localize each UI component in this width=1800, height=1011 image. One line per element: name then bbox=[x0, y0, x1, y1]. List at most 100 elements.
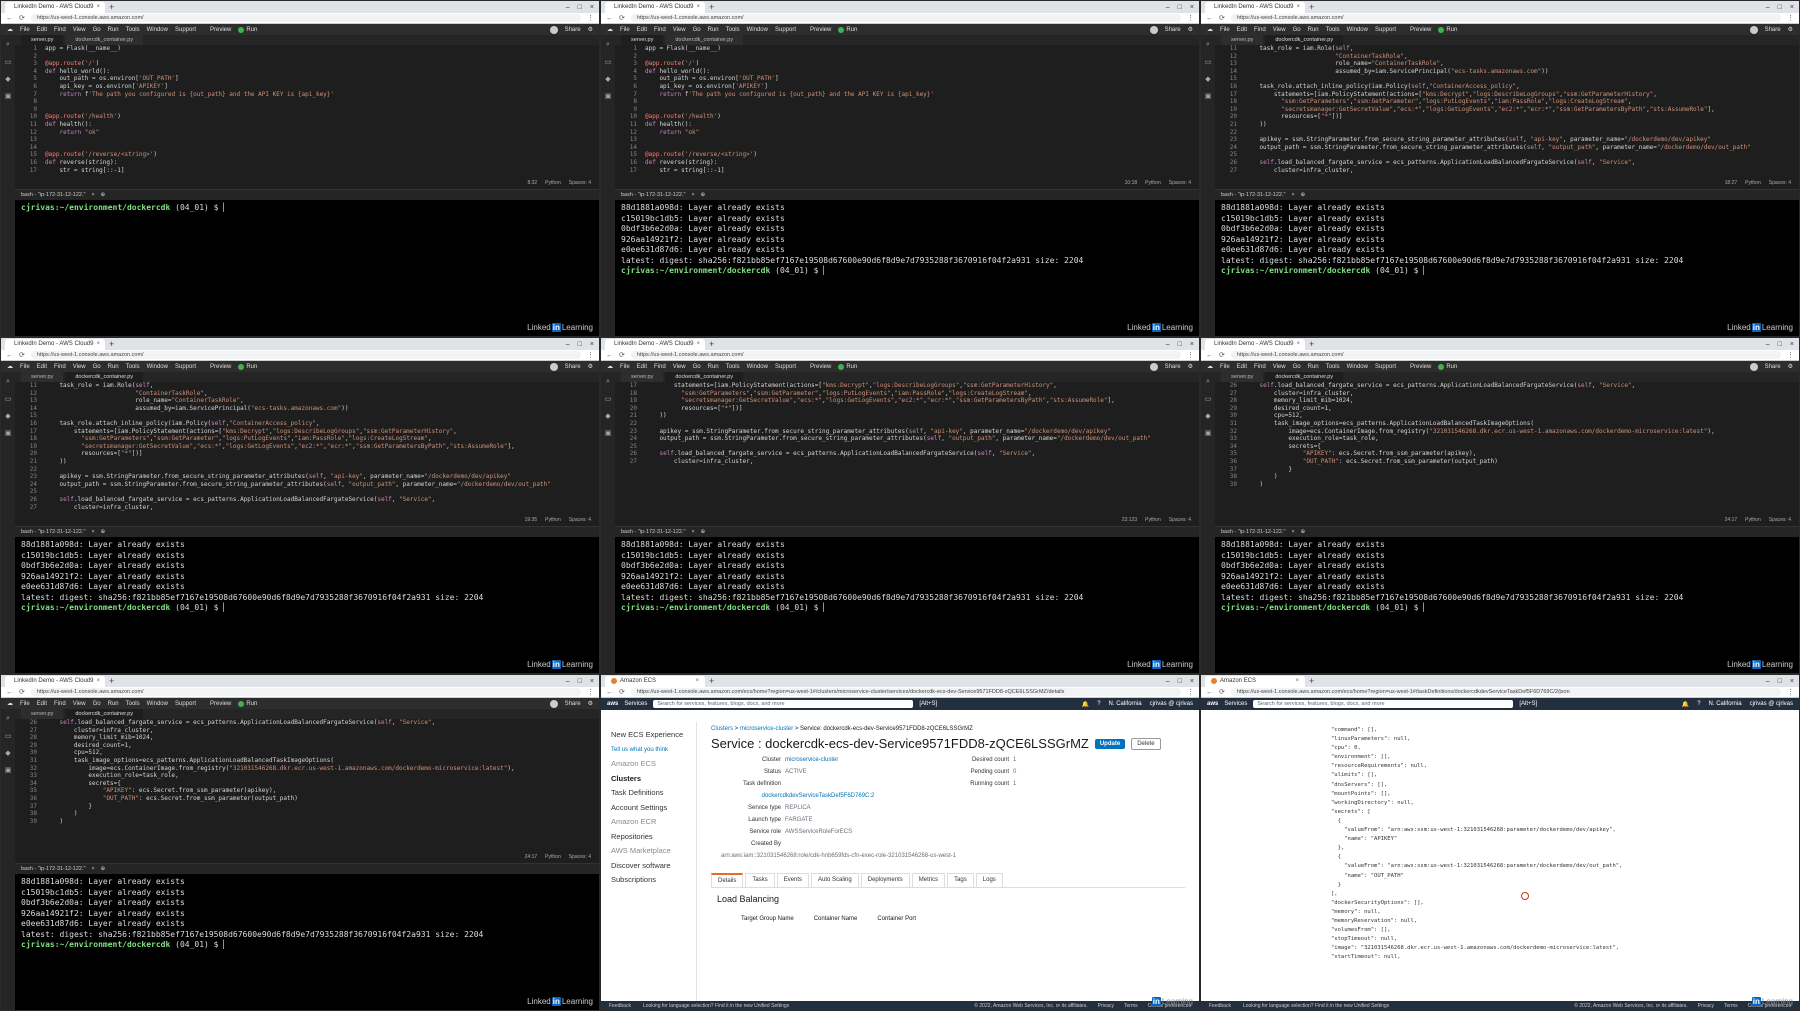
avatar[interactable] bbox=[1749, 362, 1758, 371]
menu-support[interactable]: Support bbox=[1375, 27, 1396, 33]
share-button[interactable]: Share bbox=[1165, 364, 1181, 370]
code-editor[interactable]: server.py dockercdk_container.py 26 self… bbox=[1215, 372, 1799, 527]
terminal-close-icon[interactable]: × bbox=[691, 529, 694, 535]
menu-go[interactable]: Go bbox=[693, 27, 701, 33]
menu-window[interactable]: Window bbox=[747, 364, 768, 370]
folder-icon[interactable]: ▭ bbox=[5, 732, 12, 740]
aws-icon[interactable]: ▣ bbox=[5, 92, 12, 100]
indent-setting[interactable]: Spaces: 4 bbox=[569, 517, 591, 523]
language-mode[interactable]: Python bbox=[545, 517, 561, 523]
search-icon[interactable]: ⌕ bbox=[6, 41, 10, 49]
folder-icon[interactable]: ▭ bbox=[5, 395, 12, 403]
source-control-icon[interactable]: ◆ bbox=[1205, 75, 1210, 83]
gear-icon[interactable]: ⚙ bbox=[1188, 26, 1193, 33]
back-icon[interactable]: ← bbox=[606, 15, 613, 22]
tab-auto-scaling[interactable]: Auto Scaling bbox=[811, 873, 859, 887]
menu-edit[interactable]: Edit bbox=[37, 364, 47, 370]
menu-run[interactable]: Run bbox=[708, 364, 719, 370]
menu-dots-icon[interactable]: ⋮ bbox=[1787, 351, 1794, 359]
new-tab-icon[interactable]: + bbox=[1309, 339, 1314, 349]
close-window-icon[interactable]: × bbox=[1790, 678, 1794, 685]
reload-icon[interactable]: ⟳ bbox=[19, 351, 25, 359]
browser-tab[interactable]: LinkedIn Demo - AWS Cloud9 × bbox=[605, 338, 705, 350]
menu-go[interactable]: Go bbox=[93, 364, 101, 370]
region-selector[interactable]: N. California bbox=[1709, 701, 1742, 708]
menu-edit[interactable]: Edit bbox=[1237, 364, 1247, 370]
search-icon[interactable]: ⌕ bbox=[6, 378, 10, 386]
terminal-tab[interactable]: bash - "ip-172-31-12-122." bbox=[21, 866, 85, 872]
gear-icon[interactable]: ⚙ bbox=[1788, 363, 1793, 370]
avatar[interactable] bbox=[1149, 25, 1158, 34]
code-editor[interactable]: server.py dockercdk_container.py 1 app = … bbox=[615, 35, 1199, 190]
delete-button[interactable]: Delete bbox=[1131, 737, 1161, 750]
close-icon[interactable]: × bbox=[1296, 341, 1300, 347]
url-field[interactable]: https://us-west-1.console.aws.amazon.com… bbox=[1230, 688, 1781, 696]
new-terminal-icon[interactable]: ⊕ bbox=[101, 529, 106, 535]
sidebar-item-task-definitions[interactable]: Task Definitions bbox=[611, 786, 686, 801]
close-window-icon[interactable]: × bbox=[1190, 4, 1194, 11]
menu-support[interactable]: Support bbox=[775, 27, 796, 33]
browser-tab[interactable]: LinkedIn Demo - AWS Cloud9 × bbox=[605, 1, 705, 13]
menu-edit[interactable]: Edit bbox=[637, 27, 647, 33]
tab-dockercdk-container[interactable]: dockercdk_container.py bbox=[665, 35, 744, 45]
menu-dots-icon[interactable]: ⋮ bbox=[587, 14, 594, 22]
menu-edit[interactable]: Edit bbox=[37, 701, 47, 707]
share-button[interactable]: Share bbox=[1765, 27, 1781, 33]
tab-server-py[interactable]: server.py bbox=[21, 709, 64, 719]
menu-tools[interactable]: Tools bbox=[1326, 364, 1340, 370]
maximize-icon[interactable]: □ bbox=[1778, 341, 1782, 348]
source-control-icon[interactable]: ◆ bbox=[605, 412, 610, 420]
preview-menu[interactable]: Preview bbox=[210, 27, 231, 33]
menu-support[interactable]: Support bbox=[775, 364, 796, 370]
indent-setting[interactable]: Spaces: 4 bbox=[569, 180, 591, 186]
sidebar-item-discover[interactable]: Discover software bbox=[611, 859, 686, 874]
url-field[interactable]: https://us-west-1.console.aws.amazon.com… bbox=[1230, 351, 1781, 359]
tab-server-py[interactable]: server.py bbox=[621, 372, 664, 382]
preview-menu[interactable]: Preview bbox=[1410, 364, 1431, 370]
menu-find[interactable]: Find bbox=[654, 364, 666, 370]
close-window-icon[interactable]: × bbox=[590, 4, 594, 11]
maximize-icon[interactable]: □ bbox=[578, 678, 582, 685]
language-mode[interactable]: Python bbox=[1145, 517, 1161, 523]
tab-tasks[interactable]: Tasks bbox=[745, 873, 775, 887]
menu-file[interactable]: File bbox=[620, 27, 630, 33]
menu-window[interactable]: Window bbox=[147, 27, 168, 33]
tab-server-py[interactable]: server.py bbox=[21, 35, 64, 45]
menu-go[interactable]: Go bbox=[1293, 27, 1301, 33]
folder-icon[interactable]: ▭ bbox=[605, 395, 612, 403]
browser-tab[interactable]: LinkedIn Demo - AWS Cloud9 × bbox=[5, 338, 105, 350]
menu-go[interactable]: Go bbox=[93, 701, 101, 707]
code-content[interactable]: 11 task_role = iam.Role(self, 12 "Contain… bbox=[1215, 45, 1799, 174]
reload-icon[interactable]: ⟳ bbox=[1219, 351, 1225, 359]
privacy-link[interactable]: Privacy bbox=[1098, 1003, 1114, 1009]
cloud9-logo-icon[interactable]: ☁ bbox=[1207, 26, 1213, 33]
new-tab-icon[interactable]: + bbox=[109, 2, 114, 12]
user-menu[interactable]: cjrivas @ cjrivas bbox=[1150, 701, 1193, 708]
terminal[interactable]: 88d1881a098d: Layer already exists c15019… bbox=[15, 874, 599, 1010]
tab-dockercdk-container[interactable]: dockercdk_container.py bbox=[1265, 372, 1344, 382]
sidebar-item-clusters[interactable]: Clusters bbox=[611, 772, 686, 787]
minimize-icon[interactable]: – bbox=[1166, 4, 1170, 11]
new-tab-icon[interactable]: + bbox=[1309, 2, 1314, 12]
avatar[interactable] bbox=[549, 699, 558, 708]
run-button[interactable]: Run bbox=[238, 26, 257, 33]
minimize-icon[interactable]: – bbox=[566, 4, 570, 11]
help-icon[interactable]: ? bbox=[1097, 701, 1100, 708]
share-button[interactable]: Share bbox=[565, 701, 581, 707]
tab-server-py[interactable]: server.py bbox=[21, 372, 64, 382]
menu-dots-icon[interactable]: ⋮ bbox=[587, 351, 594, 359]
menu-support[interactable]: Support bbox=[175, 27, 196, 33]
tab-dockercdk-container[interactable]: dockercdk_container.py bbox=[65, 709, 144, 719]
menu-run[interactable]: Run bbox=[108, 27, 119, 33]
reload-icon[interactable]: ⟳ bbox=[19, 14, 25, 22]
aws-icon[interactable]: ▣ bbox=[1205, 429, 1212, 437]
close-window-icon[interactable]: × bbox=[1190, 341, 1194, 348]
reload-icon[interactable]: ⟳ bbox=[1219, 14, 1225, 22]
new-terminal-icon[interactable]: ⊕ bbox=[701, 192, 706, 198]
menu-find[interactable]: Find bbox=[1254, 364, 1266, 370]
new-tab-icon[interactable]: + bbox=[709, 676, 714, 686]
close-window-icon[interactable]: × bbox=[1790, 341, 1794, 348]
language-mode[interactable]: Python bbox=[545, 180, 561, 186]
source-control-icon[interactable]: ◆ bbox=[605, 75, 610, 83]
run-button[interactable]: Run bbox=[838, 26, 857, 33]
